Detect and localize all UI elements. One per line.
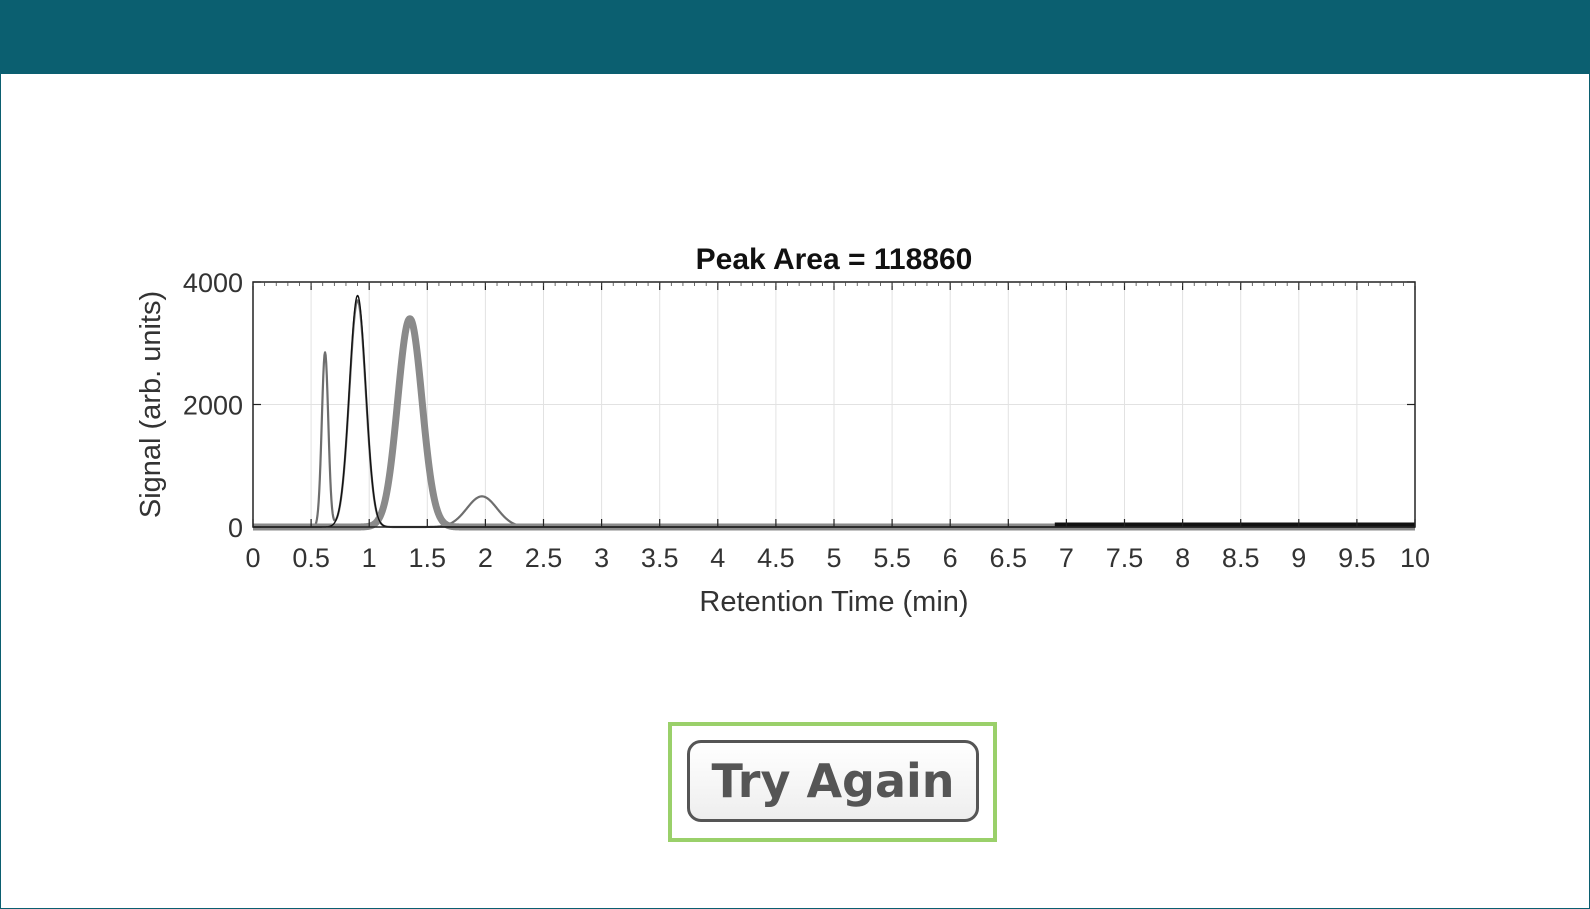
y-tick-label: 4000 xyxy=(183,268,243,298)
try-again-button[interactable]: Try Again xyxy=(687,740,979,822)
x-tick-label: 1.5 xyxy=(409,543,447,573)
x-tick-label: 7.5 xyxy=(1106,543,1144,573)
x-tick-label: 2.5 xyxy=(525,543,563,573)
x-tick-label: 6 xyxy=(943,543,958,573)
x-axis-label: Retention Time (min) xyxy=(699,586,968,618)
x-tick-label: 7 xyxy=(1059,543,1074,573)
chart-title: Peak Area = 118860 xyxy=(696,243,973,276)
chromatogram-chart: Peak Area = 118860 0 0.5 1 1.5 2 2.5 3 3.5 4 4.5 5… xyxy=(120,215,1470,635)
chart-svg: Peak Area = 118860 0 0.5 1 1.5 2 2.5 3 3.5 4 4.5 5… xyxy=(135,243,1430,618)
x-tick-label: 2 xyxy=(478,543,493,573)
chart-grid xyxy=(252,281,1416,528)
x-tick-label: 5 xyxy=(826,543,841,573)
y-axis-label: Signal (arb. units) xyxy=(135,291,167,518)
x-tick-label: 8.5 xyxy=(1222,543,1260,573)
x-tick-label: 3.5 xyxy=(641,543,679,573)
x-tick-label: 3 xyxy=(594,543,609,573)
x-tick-label: 5.5 xyxy=(873,543,911,573)
x-tick-label: 9 xyxy=(1291,543,1306,573)
y-tick-label: 0 xyxy=(228,513,243,543)
x-tick-label: 4.5 xyxy=(757,543,795,573)
x-tick-label: 0.5 xyxy=(292,543,330,573)
header-bar xyxy=(0,0,1590,74)
x-tick-label: 6.5 xyxy=(990,543,1028,573)
x-tick-label: 0 xyxy=(245,543,260,573)
x-tick-label: 4 xyxy=(710,543,725,573)
x-tick-label: 9.5 xyxy=(1338,543,1376,573)
x-tick-label: 8 xyxy=(1175,543,1190,573)
x-tick-label: 10 xyxy=(1400,543,1430,573)
y-tick-label: 2000 xyxy=(183,391,243,421)
x-tick-label: 1 xyxy=(362,543,377,573)
